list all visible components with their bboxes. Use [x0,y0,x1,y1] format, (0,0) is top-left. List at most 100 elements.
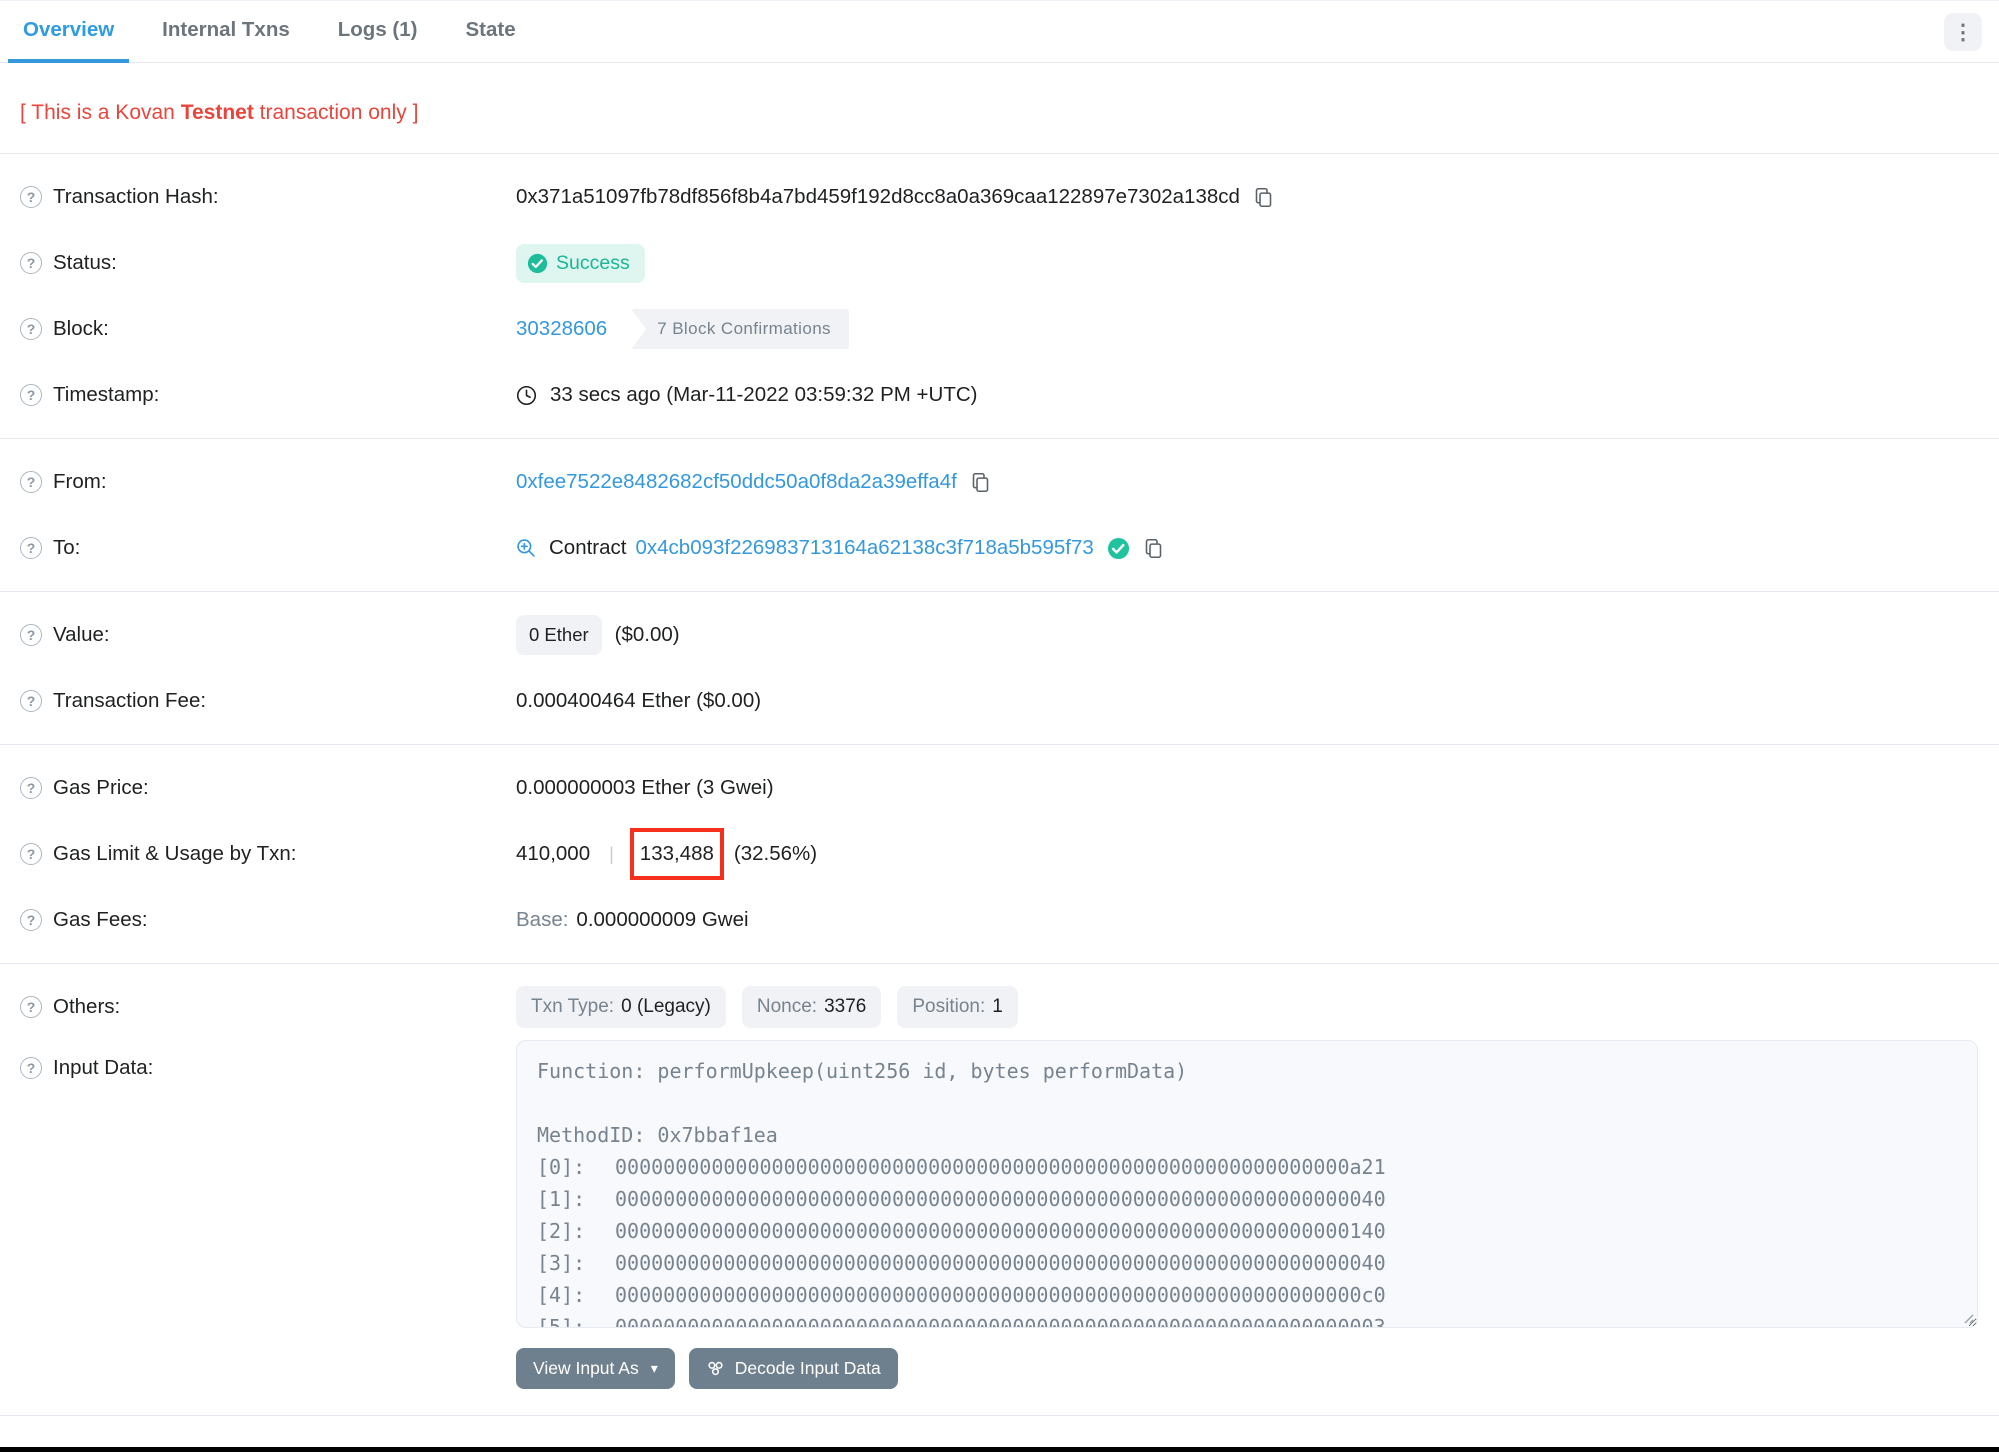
help-icon[interactable]: ? [20,471,42,493]
more-options-button[interactable]: ⋮ [1944,13,1982,51]
bottom-edge [0,1447,1999,1452]
timestamp-label: ? Timestamp: [20,383,516,407]
position-badge: Position: 1 [897,986,1018,1028]
row-value: ? Value: 0 Ether ($0.00) [20,602,1979,668]
function-signature: Function: performUpkeep(uint256 id, byte… [537,1059,1188,1083]
warning-text-end: transaction only ] [253,101,419,124]
timestamp-value: 33 secs ago (Mar-11-2022 03:59:32 PM +UT… [550,383,978,406]
help-icon[interactable]: ? [20,909,42,931]
copy-icon[interactable] [1253,187,1274,208]
input-data-row: [2]: 000000000000000000000000000000000000… [537,1219,1386,1243]
section-others-input: ? Others: Txn Type: 0 (Legacy) Nonce: 33… [0,964,1999,1416]
check-circle-icon [527,253,548,273]
transaction-overview-page: Overview Internal Txns Logs (1) State ⋮ … [0,0,1999,1452]
row-to: ? To: Contract 0x4cb093f226983713164a621… [20,515,1979,581]
warning-bold-text: Testnet [180,101,254,124]
row-gas-fees: ? Gas Fees: Base: 0.000000009 Gwei [20,887,1979,953]
tab-bar: Overview Internal Txns Logs (1) State ⋮ [0,1,1999,63]
gas-limit-label: ? Gas Limit & Usage by Txn: [20,842,516,866]
method-id: MethodID: 0x7bbaf1ea [537,1123,778,1147]
section-summary: ? Transaction Hash: 0x371a51097fb78df856… [0,154,1999,439]
section-parties: ? From: 0xfee7522e8482682cf50ddc50a0f8da… [0,439,1999,592]
input-data-actions: View Input As ▾ Decode Input Data [516,1348,1979,1389]
resize-grip[interactable] [1960,1310,1974,1324]
transaction-fee-label: ? Transaction Fee: [20,689,516,713]
section-value: ? Value: 0 Ether ($0.00) ? Transaction F… [0,592,1999,745]
magnifier-plus-icon[interactable] [516,538,536,558]
row-timestamp: ? Timestamp: 33 secs ago (Mar-11-2022 03… [20,362,1979,428]
ether-value-badge: 0 Ether [516,615,602,655]
gas-price-label: ? Gas Price: [20,776,516,800]
help-icon[interactable]: ? [20,777,42,799]
contract-word: Contract [549,536,627,559]
row-others: ? Others: Txn Type: 0 (Legacy) Nonce: 33… [20,974,1979,1040]
help-icon[interactable]: ? [20,252,42,274]
copy-icon[interactable] [1143,538,1164,559]
gas-price-value: 0.000000003 Ether (3 Gwei) [516,776,774,799]
help-icon[interactable]: ? [20,843,42,865]
view-input-as-button[interactable]: View Input As ▾ [516,1348,675,1389]
warning-text: [ This is a Kovan [20,101,181,124]
help-icon[interactable]: ? [20,996,42,1018]
gas-limit-value: 410,000 [516,842,591,865]
status-label: ? Status: [20,251,516,275]
help-icon[interactable]: ? [20,537,42,559]
help-icon[interactable]: ? [20,624,42,646]
vertical-ellipsis-icon: ⋮ [1952,20,1974,44]
tab-logs[interactable]: Logs (1) [323,1,433,63]
tab-internal-txns[interactable]: Internal Txns [147,1,305,63]
row-status: ? Status: Success [20,230,1979,296]
annotation-red-box: 133,488 [629,828,724,880]
transaction-hash-value: 0x371a51097fb78df856f8b4a7bd459f192d8cc8… [516,185,1240,208]
decode-input-data-button[interactable]: Decode Input Data [688,1348,898,1389]
help-icon[interactable]: ? [20,318,42,340]
copy-icon[interactable] [970,472,991,493]
row-gas-price: ? Gas Price: 0.000000003 Ether (3 Gwei) [20,755,1979,821]
input-data-textarea[interactable]: Function: performUpkeep(uint256 id, byte… [516,1040,1978,1328]
help-icon[interactable]: ? [20,690,42,712]
input-data-label: ? Input Data: [20,1040,516,1080]
to-label: ? To: [20,536,516,560]
tab-overview[interactable]: Overview [8,1,130,63]
decode-icon [708,1361,723,1376]
status-badge: Success [516,243,645,283]
input-data-row: [5]: 000000000000000000000000000000000000… [537,1315,1386,1328]
from-label: ? From: [20,470,516,494]
section-gas: ? Gas Price: 0.000000003 Ether (3 Gwei) … [0,745,1999,964]
txn-type-badge: Txn Type: 0 (Legacy) [516,986,726,1028]
input-data-row: [1]: 000000000000000000000000000000000000… [537,1187,1386,1211]
block-label: ? Block: [20,317,516,341]
value-label: ? Value: [20,623,516,647]
row-input-data: ? Input Data: Function: performUpkeep(ui… [20,1040,1979,1328]
to-address-link[interactable]: 0x4cb093f226983713164a62138c3f718a5b595f… [635,536,1093,560]
help-icon[interactable]: ? [20,384,42,406]
row-from: ? From: 0xfee7522e8482682cf50ddc50a0f8da… [20,449,1979,515]
block-confirmations-badge: 7 Block Confirmations [631,309,849,349]
transaction-hash-label: ? Transaction Hash: [20,185,516,209]
input-data-row: [4]: 000000000000000000000000000000000000… [537,1283,1386,1307]
gas-used-percent: (32.56%) [733,842,818,865]
verified-check-icon [1107,537,1129,559]
row-gas-limit-usage: ? Gas Limit & Usage by Txn: 410,000 | 13… [20,821,1979,887]
testnet-warning: [ This is a Kovan Testnet transaction on… [0,63,1999,154]
separator-bar: | [609,843,614,864]
clock-icon [516,385,537,405]
tab-state[interactable]: State [450,1,530,63]
help-icon[interactable]: ? [20,1057,42,1079]
help-icon[interactable]: ? [20,186,42,208]
input-data-row: [0]: 000000000000000000000000000000000000… [537,1155,1386,1179]
block-number-link[interactable]: 30328606 [516,317,607,341]
transaction-fee-value: 0.000400464 Ether ($0.00) [516,689,762,712]
row-block: ? Block: 30328606 7 Block Confirmations [20,296,1979,362]
gas-fees-label: ? Gas Fees: [20,908,516,932]
from-address-link[interactable]: 0xfee7522e8482682cf50ddc50a0f8da2a39effa… [516,470,957,494]
chevron-down-icon: ▾ [650,1360,658,1376]
nonce-badge: Nonce: 3376 [741,986,882,1028]
base-fee-value: 0.000000009 Gwei [576,908,749,931]
row-transaction-fee: ? Transaction Fee: 0.000400464 Ether ($0… [20,668,1979,734]
base-fee-label: Base: [516,908,569,931]
gas-used-value: 133,488 [639,842,714,865]
usd-value: ($0.00) [614,623,680,646]
input-data-row: [3]: 000000000000000000000000000000000000… [537,1251,1386,1275]
row-transaction-hash: ? Transaction Hash: 0x371a51097fb78df856… [20,164,1979,230]
